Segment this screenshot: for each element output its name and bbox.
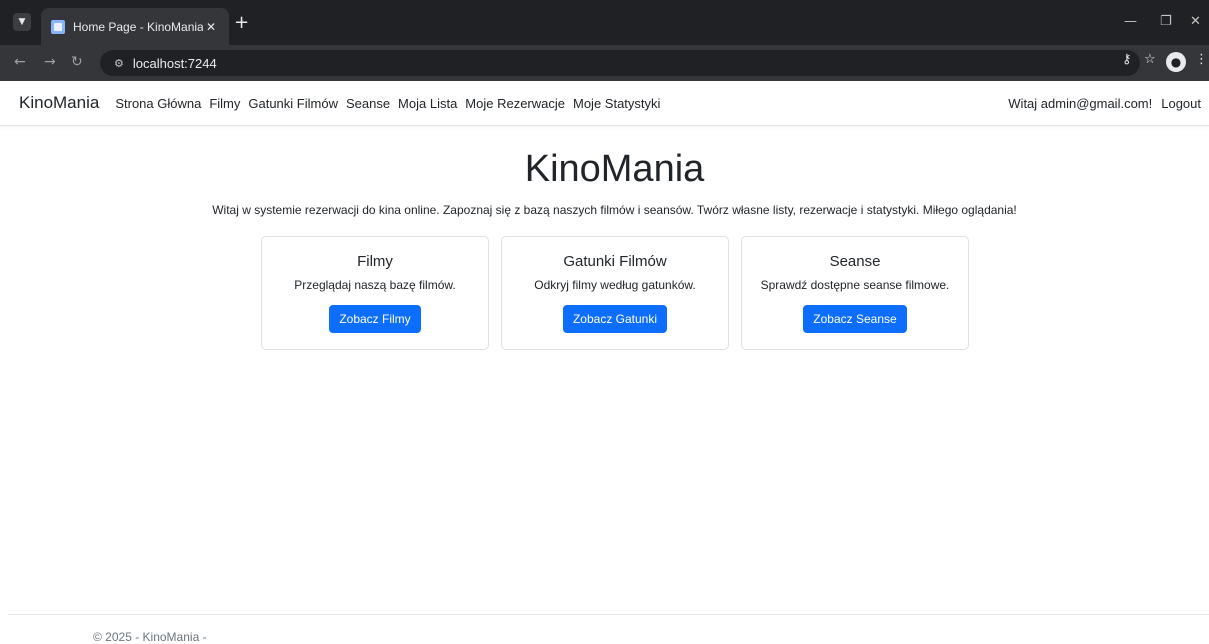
forward-icon[interactable]: → (44, 54, 56, 70)
browser-tab-strip: ▼ Home Page - KinoMania ✕ + — ❐ ✕ (0, 0, 1209, 45)
card-text: Przeglądaj naszą bazę filmów. (294, 278, 456, 292)
nav-link-home[interactable]: Strona Główna (115, 96, 201, 111)
footer-divider (8, 614, 1209, 615)
site-navbar: KinoMania Strona Główna Filmy Gatunki Fi… (0, 81, 1209, 126)
footer-copyright: © 2025 - KinoMania - (93, 630, 207, 644)
close-window-icon[interactable]: ✕ (1190, 14, 1201, 29)
card-text: Odkryj filmy według gatunków. (534, 278, 696, 292)
card-title: Seanse (829, 253, 881, 270)
view-genres-button[interactable]: Zobacz Gatunki (562, 305, 668, 333)
password-key-icon[interactable]: ⚷ (1122, 52, 1132, 67)
nav-link-my-list[interactable]: Moja Lista (398, 96, 457, 111)
browser-menu-icon[interactable]: ⋮ (1195, 52, 1208, 67)
card-genres: Gatunki Filmów Odkryj filmy według gatun… (501, 236, 729, 350)
site-info-icon[interactable]: ⚙ (114, 57, 124, 70)
back-icon[interactable]: ← (14, 54, 26, 70)
view-screenings-button[interactable]: Zobacz Seanse (803, 305, 907, 333)
close-tab-icon[interactable]: ✕ (203, 20, 219, 34)
navbar-brand[interactable]: KinoMania (19, 93, 99, 113)
nav-user-area: Witaj admin@gmail.com! Logout (999, 96, 1201, 111)
welcome-text: Witaj w systemie rezerwacji do kina onli… (212, 203, 1017, 217)
nav-link-my-reservations[interactable]: Moje Rezerwacje (465, 96, 565, 111)
card-text: Sprawdź dostępne seanse filmowe. (760, 278, 950, 292)
tab-search-icon[interactable]: ▼ (13, 13, 31, 31)
card-title: Gatunki Filmów (563, 253, 667, 270)
nav-link-my-statistics[interactable]: Moje Statystyki (573, 96, 660, 111)
minimize-icon[interactable]: — (1124, 14, 1137, 29)
bookmark-star-icon[interactable]: ☆ (1144, 52, 1156, 67)
nav-link-genres[interactable]: Gatunki Filmów (248, 96, 338, 111)
page-favicon-icon (51, 19, 65, 34)
logout-button[interactable]: Logout (1161, 96, 1201, 111)
nav-links: Strona Główna Filmy Gatunki Filmów Seans… (115, 96, 668, 111)
reload-icon[interactable]: ↻ (71, 54, 83, 70)
card-screenings: Seanse Sprawdź dostępne seanse filmowe. … (741, 236, 969, 350)
nav-link-screenings[interactable]: Seanse (346, 96, 390, 111)
browser-toolbar: ← → ↻ ⚙ localhost:7244 (0, 45, 1209, 81)
url-text: localhost:7244 (132, 55, 217, 71)
view-movies-button[interactable]: Zobacz Filmy (329, 305, 421, 333)
page-title: KinoMania (524, 148, 705, 190)
card-title: Filmy (357, 253, 393, 270)
profile-icon[interactable]: ● (1166, 52, 1186, 72)
user-greeting-link[interactable]: Witaj admin@gmail.com! (1008, 96, 1152, 111)
nav-link-movies[interactable]: Filmy (209, 96, 240, 111)
card-movies: Filmy Przeglądaj naszą bazę filmów. Zoba… (261, 236, 489, 350)
feature-cards: Filmy Przeglądaj naszą bazę filmów. Zoba… (261, 236, 969, 350)
address-bar[interactable]: ⚙ localhost:7244 (100, 50, 1140, 76)
new-tab-icon[interactable]: + (234, 12, 249, 33)
maximize-icon[interactable]: ❐ (1160, 14, 1172, 29)
tab-title: Home Page - KinoMania (73, 19, 203, 34)
browser-tab-active[interactable]: Home Page - KinoMania ✕ (41, 8, 229, 45)
